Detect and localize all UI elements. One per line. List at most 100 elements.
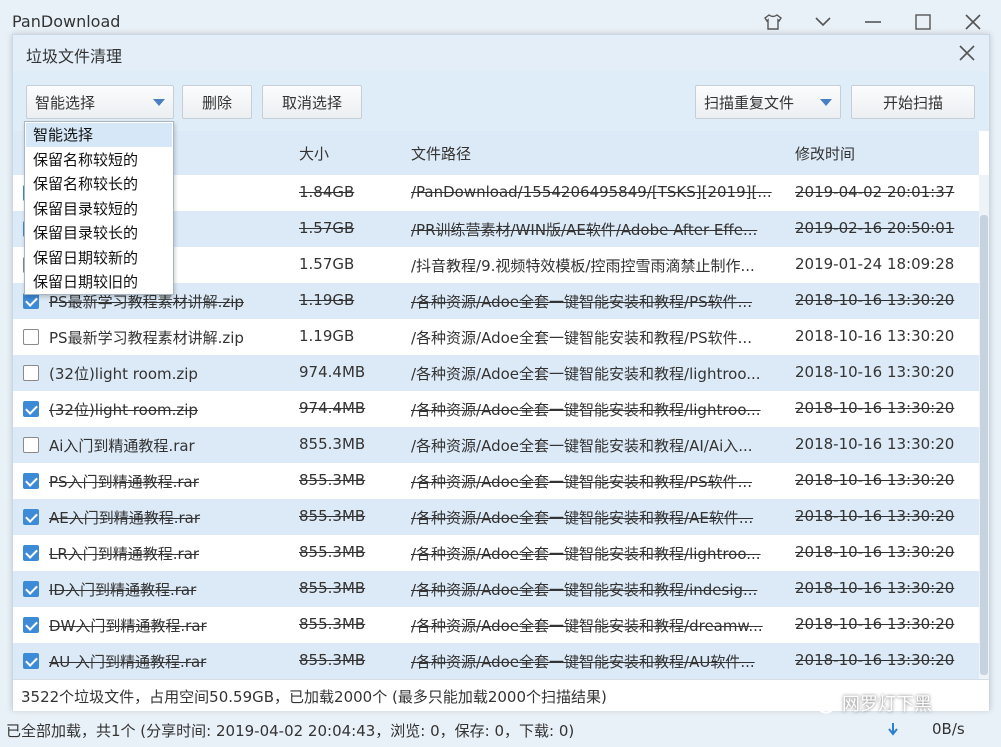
table-row[interactable]: AE入门到精通教程.rar 855.3MB/各种资源/Adoe全套一键智能安装和教… bbox=[13, 499, 979, 535]
file-name-cell: PS入门到精通教程.rar bbox=[49, 473, 199, 491]
file-size-cell: 974.4MB bbox=[299, 399, 366, 417]
row-checkbox[interactable] bbox=[23, 545, 39, 561]
file-path-cell: /抖音教程/9.视频特效模板/控雨控雪雨滴禁止制作... bbox=[411, 257, 755, 275]
dialog-title: 垃圾文件清理 bbox=[26, 47, 123, 66]
scan-type-dropdown[interactable]: 扫描重复文件 bbox=[695, 85, 841, 119]
file-name-cell: AU 入门到精通教程.rar bbox=[49, 653, 207, 671]
modified-time-cell: 2018-10-16 13:30:20 bbox=[795, 579, 955, 597]
file-name-cell: DW入门到精通教程.rar bbox=[49, 617, 207, 635]
file-size-cell: 1.84GB bbox=[299, 183, 355, 201]
maximize-icon[interactable] bbox=[906, 8, 940, 36]
file-name-cell: AE入门到精通教程.rar bbox=[49, 509, 201, 527]
delete-button[interactable]: 删除 bbox=[182, 85, 252, 119]
modified-time-cell: 2018-10-16 13:30:20 bbox=[795, 507, 955, 525]
dialog-close-icon[interactable] bbox=[953, 39, 981, 67]
table-row[interactable]: PS最新学习教程素材讲解.zip 1.19GB/各种资源/Adoe全套一键智能安装… bbox=[13, 319, 979, 355]
smart-select-dropdown[interactable]: 智能选择 bbox=[26, 85, 174, 119]
chevron-down-icon bbox=[820, 99, 832, 106]
modified-time-cell: 2018-10-16 13:30:20 bbox=[795, 615, 955, 633]
row-checkbox[interactable] bbox=[23, 293, 39, 309]
file-name-cell: (32位)light room.zip bbox=[49, 365, 198, 383]
file-path-cell: /各种资源/Adoe全套一键智能安装和教程/lightroo... bbox=[411, 365, 761, 383]
file-path-cell: /各种资源/Adoe全套一键智能安装和教程/dreamw... bbox=[411, 617, 763, 635]
file-size-cell: 1.57GB bbox=[299, 255, 355, 273]
file-path-cell: /PR训练营素材/WIN版/AE软件/Adobe After Effe... bbox=[411, 221, 758, 239]
modified-time-cell: 2018-10-16 13:30:20 bbox=[795, 291, 955, 309]
row-checkbox[interactable] bbox=[23, 581, 39, 597]
table-row[interactable]: ID入门到精通教程.rar 855.3MB/各种资源/Adoe全套一键智能安装和教… bbox=[13, 571, 979, 607]
file-path-cell: /各种资源/Adoe全套一键智能安装和教程/PS软件... bbox=[411, 329, 752, 347]
file-size-cell: 855.3MB bbox=[299, 579, 366, 597]
shirt-icon[interactable] bbox=[756, 8, 790, 36]
watermark: 网罗灯下黑 bbox=[806, 688, 932, 718]
row-checkbox[interactable] bbox=[23, 617, 39, 633]
file-path-cell: /各种资源/Adoe全套一键智能安装和教程/lightroo... bbox=[411, 545, 761, 563]
start-scan-button[interactable]: 开始扫描 bbox=[851, 85, 975, 119]
file-size-cell: 855.3MB bbox=[299, 435, 366, 453]
table-row[interactable]: LR入门到精通教程.rar 855.3MB/各种资源/Adoe全套一键智能安装和教… bbox=[13, 535, 979, 571]
menu-item[interactable]: 保留日期较新的 bbox=[26, 246, 172, 270]
app-title: PanDownload bbox=[12, 12, 121, 31]
chevron-down-icon bbox=[153, 99, 165, 106]
scrollbar-thumb[interactable] bbox=[980, 215, 988, 675]
row-checkbox[interactable] bbox=[23, 509, 39, 525]
file-name-cell: PS最新学习教程素材讲解.zip bbox=[49, 329, 244, 347]
deselect-button[interactable]: 取消选择 bbox=[262, 85, 362, 119]
modified-time-cell: 2018-10-16 13:30:20 bbox=[795, 471, 955, 489]
watermark-text: 网罗灯下黑 bbox=[842, 694, 932, 715]
table-row[interactable]: AU 入门到精通教程.rar 855.3MB/各种资源/Adoe全套一键智能安装和… bbox=[13, 643, 979, 679]
file-path-cell: /各种资源/Adoe全套一键智能安装和教程/lightroo... bbox=[411, 401, 761, 419]
menu-item[interactable]: 智能选择 bbox=[26, 123, 172, 147]
file-path-cell: /各种资源/Adoe全套一键智能安装和教程/PS软件... bbox=[411, 473, 752, 491]
modified-time-cell: 2018-10-16 13:30:20 bbox=[795, 651, 955, 669]
file-name-cell: (32位)light room.zip bbox=[49, 401, 198, 419]
dialog-status-text: 3522个垃圾文件，占用空间50.59GB，已加载2000个 (最多只能加载20… bbox=[21, 688, 607, 706]
column-header-size[interactable]: 大小 bbox=[299, 143, 329, 164]
file-name-cell: LR入门到精通教程.rar bbox=[49, 545, 200, 563]
file-size-cell: 855.3MB bbox=[299, 507, 366, 525]
file-size-cell: 855.3MB bbox=[299, 651, 366, 669]
file-path-cell: /各种资源/Adoe全套一键智能安装和教程/indesig... bbox=[411, 581, 758, 599]
table-row[interactable]: DW入门到精通教程.rar 855.3MB/各种资源/Adoe全套一键智能安装和教… bbox=[13, 607, 979, 643]
app-status-text: 已全部加载，共1个 (分享时间: 2019-04-02 20:04:43，浏览:… bbox=[6, 722, 575, 740]
minimize-icon[interactable] bbox=[856, 8, 890, 36]
column-header-modified[interactable]: 修改时间 bbox=[795, 143, 855, 164]
scan-type-value: 扫描重复文件 bbox=[704, 93, 795, 112]
modified-time-cell: 2019-04-02 20:01:37 bbox=[795, 183, 955, 201]
row-checkbox[interactable] bbox=[23, 653, 39, 669]
file-path-cell: /PanDownload/1554206495849/[TSKS][2019][… bbox=[411, 183, 772, 201]
file-size-cell: 855.3MB bbox=[299, 543, 366, 561]
table-row[interactable]: Ai入门到精通教程.rar 855.3MB/各种资源/Adoe全套一键智能安装和教… bbox=[13, 427, 979, 463]
close-icon[interactable] bbox=[956, 8, 990, 36]
row-checkbox[interactable] bbox=[23, 365, 39, 381]
row-checkbox[interactable] bbox=[23, 473, 39, 489]
row-checkbox[interactable] bbox=[23, 329, 39, 345]
row-checkbox[interactable] bbox=[23, 437, 39, 453]
table-row[interactable]: (32位)light room.zip 974.4MB/各种资源/Adoe全套一键… bbox=[13, 391, 979, 427]
file-size-cell: 1.19GB bbox=[299, 291, 355, 309]
file-size-cell: 1.19GB bbox=[299, 327, 355, 345]
table-row[interactable]: PS入门到精通教程.rar 855.3MB/各种资源/Adoe全套一键智能安装和教… bbox=[13, 463, 979, 499]
file-size-cell: 855.3MB bbox=[299, 615, 366, 633]
menu-item[interactable]: 保留目录较短的 bbox=[26, 197, 172, 221]
menu-item[interactable]: 保留目录较长的 bbox=[26, 221, 172, 245]
row-checkbox[interactable] bbox=[23, 401, 39, 417]
chevron-down-icon[interactable] bbox=[806, 8, 840, 36]
download-arrow-icon bbox=[888, 723, 898, 741]
download-speed: 0B/s bbox=[932, 720, 965, 738]
scrollbar[interactable] bbox=[979, 175, 989, 679]
file-path-cell: /各种资源/Adoe全套一键智能安装和教程/AE软件... bbox=[411, 509, 754, 527]
modified-time-cell: 2019-01-24 18:09:28 bbox=[795, 255, 955, 273]
table-row[interactable]: (32位)light room.zip 974.4MB/各种资源/Adoe全套一键… bbox=[13, 355, 979, 391]
modified-time-cell: 2018-10-16 13:30:20 bbox=[795, 399, 955, 417]
file-path-cell: /各种资源/Adoe全套一键智能安装和教程/PS软件... bbox=[411, 293, 752, 311]
modified-time-cell: 2018-10-16 13:30:20 bbox=[795, 327, 955, 345]
column-header-path[interactable]: 文件路径 bbox=[411, 143, 471, 164]
menu-item[interactable]: 保留名称较长的 bbox=[26, 172, 172, 196]
file-size-cell: 855.3MB bbox=[299, 471, 366, 489]
modified-time-cell: 2018-10-16 13:30:20 bbox=[795, 543, 955, 561]
menu-item[interactable]: 保留名称较短的 bbox=[26, 148, 172, 172]
file-size-cell: 1.57GB bbox=[299, 219, 355, 237]
menu-item[interactable]: 保留日期较旧的 bbox=[26, 270, 172, 294]
wechat-icon bbox=[807, 692, 835, 714]
